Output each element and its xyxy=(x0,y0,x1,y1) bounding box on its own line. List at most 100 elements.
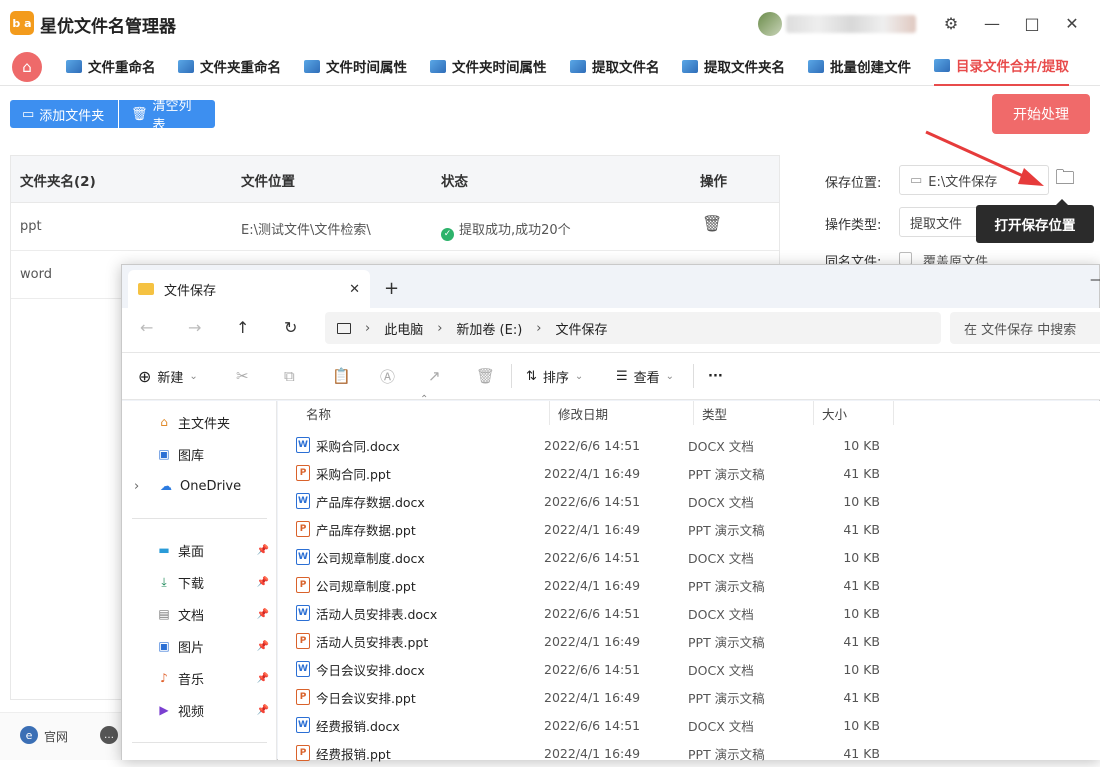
paste-icon[interactable]: 📋 xyxy=(332,352,351,400)
minimize-button[interactable]: — xyxy=(981,12,1003,34)
chat-icon[interactable]: … xyxy=(100,726,118,744)
more-button[interactable]: ··· xyxy=(708,352,723,400)
close-tab-icon[interactable]: ✕ xyxy=(349,282,360,297)
up-icon[interactable]: ↑ xyxy=(236,318,249,337)
add-folder-button[interactable]: ▭ 添加文件夹 xyxy=(10,100,118,128)
table-row[interactable] xyxy=(11,203,779,251)
pin-icon[interactable]: 📌 xyxy=(257,673,269,684)
file-row[interactable]: P 活动人员安排表.ppt 2022/4/1 16:49 PPT 演示文稿 41 KB xyxy=(290,627,1100,655)
home-button[interactable]: ⌂ xyxy=(12,52,42,82)
file-row[interactable]: P 今日会议安排.ppt 2022/4/1 16:49 PPT 演示文稿 41 KB xyxy=(290,683,1100,711)
breadcrumb-drive[interactable]: 新加卷 (E:) xyxy=(456,319,522,338)
nav-item-desktop[interactable]: ▬ 桌面 📌 xyxy=(130,535,275,565)
tab-file-rename[interactable]: 文件重命名 xyxy=(66,46,156,86)
file-row[interactable]: P 公司规章制度.ppt 2022/4/1 16:49 PPT 演示文稿 41 KB xyxy=(290,571,1100,599)
maximize-button[interactable]: □ xyxy=(1021,12,1043,34)
tab-extract-filename[interactable]: 提取文件名 xyxy=(570,46,660,86)
minimize-button[interactable]: — xyxy=(1090,272,1100,288)
col-date[interactable]: 修改日期 xyxy=(550,401,694,425)
file-size: 10 KB xyxy=(843,493,880,509)
new-tab-icon[interactable]: + xyxy=(384,278,399,299)
clear-list-label: 清空列表 xyxy=(152,99,192,133)
save-location-label: 保存位置: xyxy=(825,176,882,191)
file-name-cell: P 采购合同.ppt xyxy=(290,464,544,483)
nav-item-pictures[interactable]: ▣ 图片 📌 xyxy=(130,631,275,661)
official-site-link[interactable]: 官网 xyxy=(44,728,68,745)
trash-icon: 🗑 xyxy=(131,106,148,122)
nav-item-downloads[interactable]: ⤓ 下载 📌 xyxy=(130,567,275,597)
nav-item-gallery[interactable]: ▣ 图库 xyxy=(130,439,275,469)
open-save-location-tooltip: 打开保存位置 xyxy=(976,199,1094,243)
cut-icon[interactable]: ✂ xyxy=(236,352,249,400)
ie-icon[interactable]: e xyxy=(20,726,38,744)
file-row[interactable]: W 今日会议安排.docx 2022/6/6 14:51 DOCX 文档 10 KB xyxy=(290,655,1100,683)
user-avatar[interactable] xyxy=(758,12,782,36)
document-icon: ▤ xyxy=(158,607,170,621)
divider xyxy=(132,742,267,743)
file-name-cell: P 公司规章制度.ppt xyxy=(290,576,544,595)
refresh-icon[interactable]: ↻ xyxy=(284,318,297,337)
tab-extract-foldername[interactable]: 提取文件夹名 xyxy=(682,46,785,86)
pin-icon[interactable]: 📌 xyxy=(257,577,269,588)
close-button[interactable]: ✕ xyxy=(1061,12,1083,34)
file-row[interactable]: W 经费报销.docx 2022/6/6 14:51 DOCX 文档 10 KB xyxy=(290,711,1100,739)
nav-item-onedrive[interactable]: › ☁ OneDrive xyxy=(130,471,275,501)
share-icon[interactable]: ↗ xyxy=(428,352,441,400)
back-icon[interactable]: ← xyxy=(140,318,153,337)
clear-list-button[interactable]: 🗑 清空列表 xyxy=(119,99,215,133)
file-name-cell: W 今日会议安排.docx xyxy=(290,660,544,679)
settings-icon[interactable]: ⚙ xyxy=(940,12,962,34)
file-name-cell: P 今日会议安排.ppt xyxy=(290,688,544,707)
tab-folder-time[interactable]: 文件夹时间属性 xyxy=(430,46,547,86)
nav-item-documents[interactable]: ▤ 文档 📌 xyxy=(130,599,275,629)
breadcrumb-pc[interactable]: 此电脑 xyxy=(384,319,423,338)
tab-batch-create[interactable]: 批量创建文件 xyxy=(808,46,911,86)
cloud-icon: ☁ xyxy=(160,479,172,493)
file-type: PPT 演示文稿 xyxy=(688,466,765,482)
search-input[interactable]: 在 文件保存 中搜索 xyxy=(950,312,1100,344)
row-status: ✓ 提取成功,成功20个 xyxy=(441,219,571,241)
sort-button[interactable]: ⇅ 排序 ⌄ xyxy=(526,352,583,400)
breadcrumb-folder[interactable]: 文件保存 xyxy=(556,319,608,338)
file-row[interactable]: W 公司规章制度.docx 2022/6/6 14:51 DOCX 文档 10 KB xyxy=(290,543,1100,571)
file-name-cell: W 公司规章制度.docx xyxy=(290,548,544,567)
open-folder-icon[interactable]: 🗀 xyxy=(1052,165,1078,194)
tab-folder-rename[interactable]: 文件夹重命名 xyxy=(178,46,281,86)
delete-icon[interactable]: 🗑 xyxy=(702,214,722,233)
copy-icon[interactable]: ⧉ xyxy=(284,352,295,400)
delete-icon[interactable]: 🗑 xyxy=(476,352,495,400)
address-bar[interactable]: › 此电脑 › 新加卷 (E:) › 文件保存 xyxy=(325,312,941,344)
table-header xyxy=(11,156,779,203)
col-name[interactable]: 名称 xyxy=(298,401,550,425)
file-row[interactable]: P 采购合同.ppt 2022/4/1 16:49 PPT 演示文稿 41 KB xyxy=(290,459,1100,487)
file-row[interactable]: W 产品库存数据.docx 2022/6/6 14:51 DOCX 文档 10 KB xyxy=(290,487,1100,515)
rename-icon[interactable]: Ⓐ xyxy=(380,352,395,400)
explorer-tab[interactable]: 文件保存 ✕ xyxy=(128,270,370,308)
divider xyxy=(132,518,267,519)
col-size[interactable]: 大小 xyxy=(814,401,894,425)
file-row[interactable]: P 产品库存数据.ppt 2022/4/1 16:49 PPT 演示文稿 41 KB xyxy=(290,515,1100,543)
forward-icon[interactable]: → xyxy=(188,318,201,337)
new-button[interactable]: ⊕ 新建 ⌄ xyxy=(138,352,198,400)
file-row[interactable]: W 活动人员安排表.docx 2022/6/6 14:51 DOCX 文档 10 KB xyxy=(290,599,1100,627)
pin-icon[interactable]: 📌 xyxy=(257,609,269,620)
nav-item-videos[interactable]: ▶ 视频 📌 xyxy=(130,695,275,725)
file-row[interactable]: W 采购合同.docx 2022/6/6 14:51 DOCX 文档 10 KB xyxy=(290,431,1100,459)
tab-dir-merge-extract[interactable]: 目录文件合并/提取 xyxy=(934,46,1069,86)
file-row[interactable]: P 经费报销.ppt 2022/4/1 16:49 PPT 演示文稿 41 KB xyxy=(290,739,1100,767)
nav-item-home[interactable]: ⌂ 主文件夹 xyxy=(130,407,275,437)
pin-icon[interactable]: 📌 xyxy=(257,545,269,556)
folder-icon xyxy=(138,283,154,295)
col-type[interactable]: 类型 xyxy=(694,401,814,425)
file-type: DOCX 文档 xyxy=(688,606,754,622)
gallery-icon: ▣ xyxy=(158,447,170,461)
file-type: PPT 演示文稿 xyxy=(688,578,765,594)
row-folder-name: ppt xyxy=(20,219,42,234)
view-button[interactable]: ☰ 查看 ⌄ xyxy=(616,352,674,400)
tab-file-time[interactable]: 文件时间属性 xyxy=(304,46,407,86)
nav-item-music[interactable]: ♪ 音乐 📌 xyxy=(130,663,275,693)
picture-icon: ▣ xyxy=(158,639,170,653)
pin-icon[interactable]: 📌 xyxy=(257,705,269,716)
operation-type-select[interactable]: 提取文件 xyxy=(899,207,979,237)
pin-icon[interactable]: 📌 xyxy=(257,641,269,652)
